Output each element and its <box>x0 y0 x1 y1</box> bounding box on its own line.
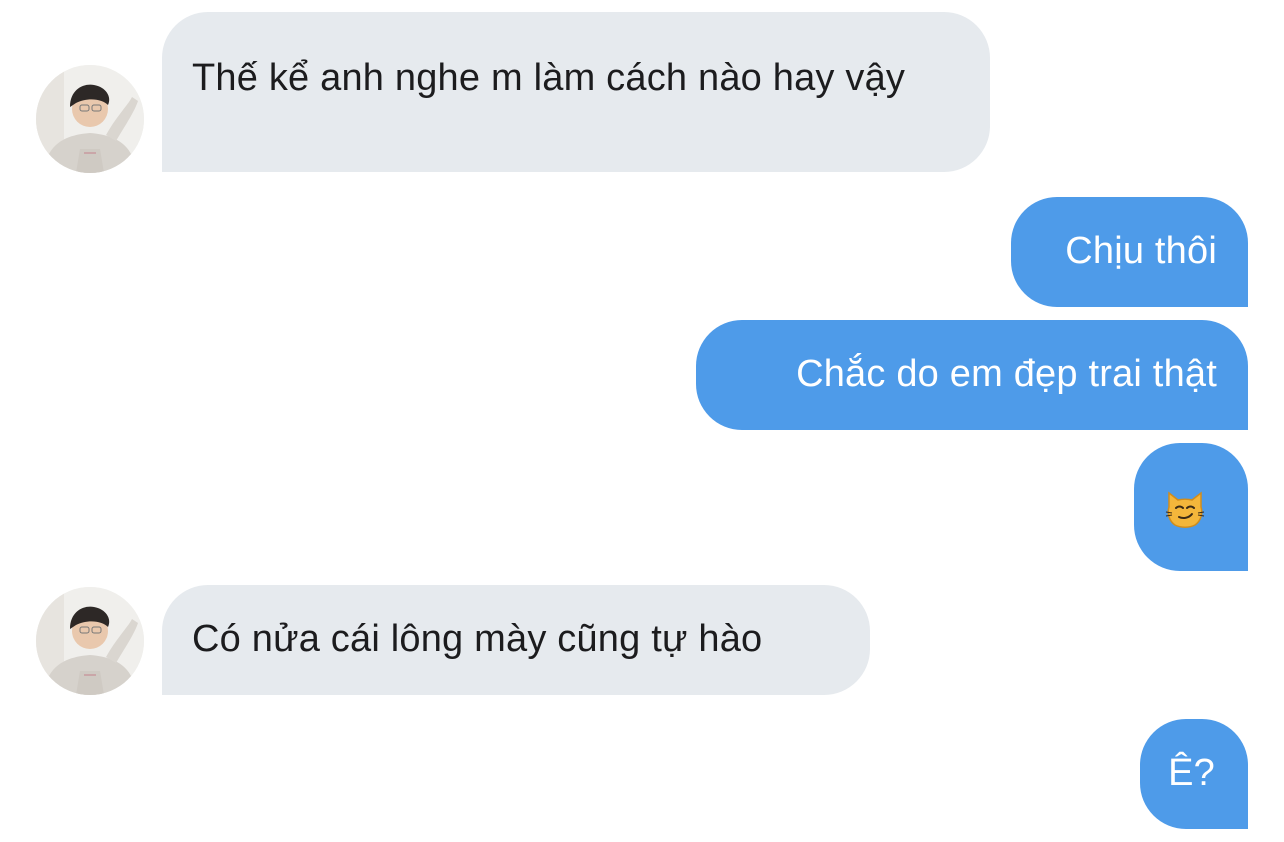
message-bubble-outgoing[interactable]: Ê? <box>1140 719 1248 829</box>
message-bubble-incoming[interactable]: Có nửa cái lông mày cũng tự hào <box>162 585 870 695</box>
message-text: Chịu thôi <box>1065 230 1217 272</box>
message-text: Thế kể anh nghe m làm cách nào hay vậy <box>192 57 906 99</box>
contact-avatar[interactable] <box>36 65 144 173</box>
message-text: Ê? <box>1168 752 1215 794</box>
message-bubble-incoming[interactable]: Thế kể anh nghe m làm cách nào hay vậy <box>162 12 990 172</box>
message-bubble-outgoing[interactable]: Chắc do em đẹp trai thật <box>696 320 1248 430</box>
message-text: Chắc do em đẹp trai thật <box>796 353 1217 395</box>
contact-avatar[interactable] <box>36 587 144 695</box>
message-bubble-outgoing[interactable]: Chịu thôi <box>1011 197 1248 307</box>
message-text: Có nửa cái lông mày cũng tự hào <box>192 618 763 660</box>
message-bubble-outgoing[interactable] <box>1134 443 1248 571</box>
smirking-cat-face-icon <box>1165 491 1205 543</box>
message-thread: Thế kể anh nghe m làm cách nào hay vậy C… <box>0 0 1284 842</box>
